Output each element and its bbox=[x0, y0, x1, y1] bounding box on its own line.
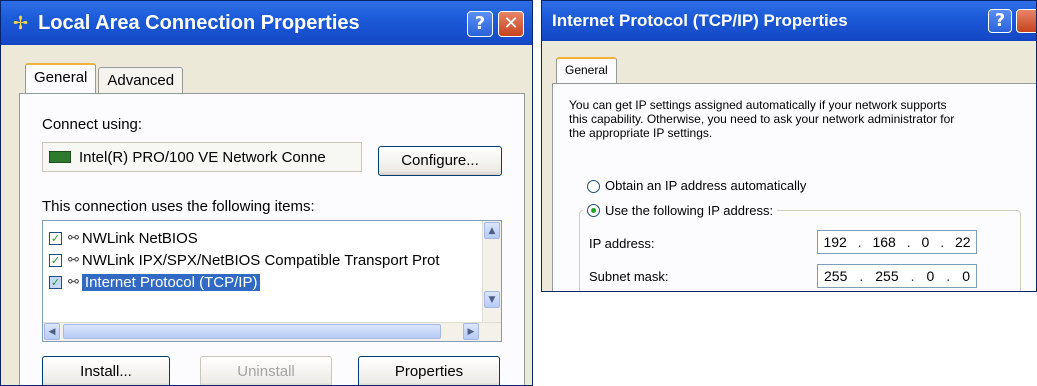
configure-button[interactable]: Configure... bbox=[378, 146, 502, 176]
close-button[interactable]: ✕ bbox=[498, 11, 524, 37]
item-label: NWLink IPX/SPX/NetBIOS Compatible Transp… bbox=[81, 251, 440, 269]
tcpip-properties-window: Internet Protocol (TCP/IP) Properties ? … bbox=[541, 0, 1037, 292]
description-line: You can get IP settings assigned automat… bbox=[569, 98, 947, 112]
connect-using-label: Connect using: bbox=[42, 116, 143, 133]
item-label: Internet Protocol (TCP/IP) bbox=[81, 273, 261, 291]
checkbox[interactable]: ✓ bbox=[49, 231, 62, 245]
mask-octet[interactable]: 0 bbox=[962, 268, 970, 284]
title-bar[interactable]: ✢ Local Area Connection Properties bbox=[1, 1, 532, 45]
use-following-ip-radio[interactable] bbox=[587, 203, 600, 217]
ip-octet[interactable]: 22 bbox=[955, 234, 971, 250]
protocol-icon: ⚯ bbox=[68, 274, 79, 290]
ip-octet[interactable]: 168 bbox=[872, 234, 895, 250]
checkbox[interactable]: ✓ bbox=[49, 253, 62, 267]
subnet-mask-field[interactable]: 255. 255. 0. 0 bbox=[817, 264, 977, 288]
use-following-ip-label[interactable]: Use the following IP address: bbox=[605, 203, 773, 218]
general-tab-panel: Connect using: Intel(R) PRO/100 VE Netwo… bbox=[19, 93, 525, 385]
general-tab-panel: You can get IP settings assigned automat… bbox=[552, 83, 1036, 291]
static-ip-legend: Use the following IP address: bbox=[583, 202, 778, 218]
octet-separator: . bbox=[906, 234, 911, 250]
list-item[interactable]: ✓ ⚯ NWLink NetBIOS bbox=[49, 227, 198, 249]
octet-separator: . bbox=[940, 234, 945, 250]
horizontal-scroll-thumb[interactable] bbox=[63, 324, 441, 339]
tab-advanced[interactable]: Advanced bbox=[98, 67, 184, 93]
install-button[interactable]: Install... bbox=[42, 356, 170, 385]
tab-general[interactable]: General bbox=[25, 63, 97, 93]
scroll-left-icon[interactable]: ◀ bbox=[44, 323, 60, 340]
subnet-mask-label: Subnet mask: bbox=[589, 269, 669, 284]
title-bar[interactable]: Internet Protocol (TCP/IP) Properties bbox=[542, 1, 1036, 41]
ip-octet[interactable]: 192 bbox=[823, 234, 846, 250]
checkbox[interactable]: ✓ bbox=[49, 275, 62, 289]
description-text: You can get IP settings assigned automat… bbox=[569, 98, 954, 140]
scroll-right-icon[interactable]: ▶ bbox=[463, 323, 479, 340]
vertical-scrollbar[interactable]: ▲ ▼ bbox=[482, 221, 501, 323]
items-listbox[interactable]: ✓ ⚯ NWLink NetBIOS ✓ ⚯ NWLink IPX/SPX/Ne… bbox=[42, 220, 502, 342]
scroll-down-icon[interactable]: ▼ bbox=[484, 291, 500, 308]
window-title: Internet Protocol (TCP/IP) Properties bbox=[552, 11, 848, 30]
mask-octet[interactable]: 255 bbox=[875, 268, 898, 284]
adapter-name: Intel(R) PRO/100 VE Network Conne bbox=[79, 148, 326, 166]
mask-octet[interactable]: 255 bbox=[824, 268, 847, 284]
protocol-icon: ⚯ bbox=[68, 230, 79, 246]
help-button[interactable]: ? bbox=[988, 9, 1012, 33]
octet-separator: . bbox=[857, 234, 862, 250]
item-label: NWLink NetBIOS bbox=[81, 229, 198, 247]
octet-separator: . bbox=[910, 268, 915, 284]
mask-octet[interactable]: 0 bbox=[927, 268, 935, 284]
list-item-selected[interactable]: ✓ ⚯ Internet Protocol (TCP/IP) bbox=[49, 271, 261, 293]
ip-octet[interactable]: 0 bbox=[922, 234, 930, 250]
description-line: this capability. Otherwise, you need to … bbox=[569, 112, 955, 126]
local-area-connection-properties-window: ✢ Local Area Connection Properties ? ✕ G… bbox=[0, 0, 533, 386]
obtain-ip-label[interactable]: Obtain an IP address automatically bbox=[605, 178, 806, 193]
ip-address-field[interactable]: 192. 168. 0. 22 bbox=[817, 230, 977, 254]
octet-separator: . bbox=[859, 268, 864, 284]
octet-separator: . bbox=[946, 268, 951, 284]
window-title: Local Area Connection Properties bbox=[38, 11, 360, 34]
list-item[interactable]: ✓ ⚯ NWLink IPX/SPX/NetBIOS Compatible Tr… bbox=[49, 249, 440, 271]
ip-address-label: IP address: bbox=[589, 236, 655, 251]
scroll-up-icon[interactable]: ▲ bbox=[484, 222, 500, 239]
items-label: This connection uses the following items… bbox=[42, 198, 315, 215]
adapter-field: Intel(R) PRO/100 VE Network Conne bbox=[42, 142, 362, 172]
properties-button[interactable]: Properties bbox=[358, 356, 500, 385]
description-line: the appropriate IP settings. bbox=[569, 126, 713, 140]
obtain-ip-radio[interactable] bbox=[587, 180, 600, 193]
network-icon: ✢ bbox=[13, 12, 29, 34]
network-card-icon bbox=[49, 151, 71, 163]
help-button[interactable]: ? bbox=[467, 11, 493, 37]
tab-general[interactable]: General bbox=[556, 57, 617, 84]
protocol-icon: ⚯ bbox=[68, 252, 79, 268]
close-button[interactable] bbox=[1016, 9, 1036, 33]
uninstall-button[interactable]: Uninstall bbox=[200, 356, 332, 385]
horizontal-scrollbar[interactable]: ◀ ▶ bbox=[43, 322, 501, 341]
